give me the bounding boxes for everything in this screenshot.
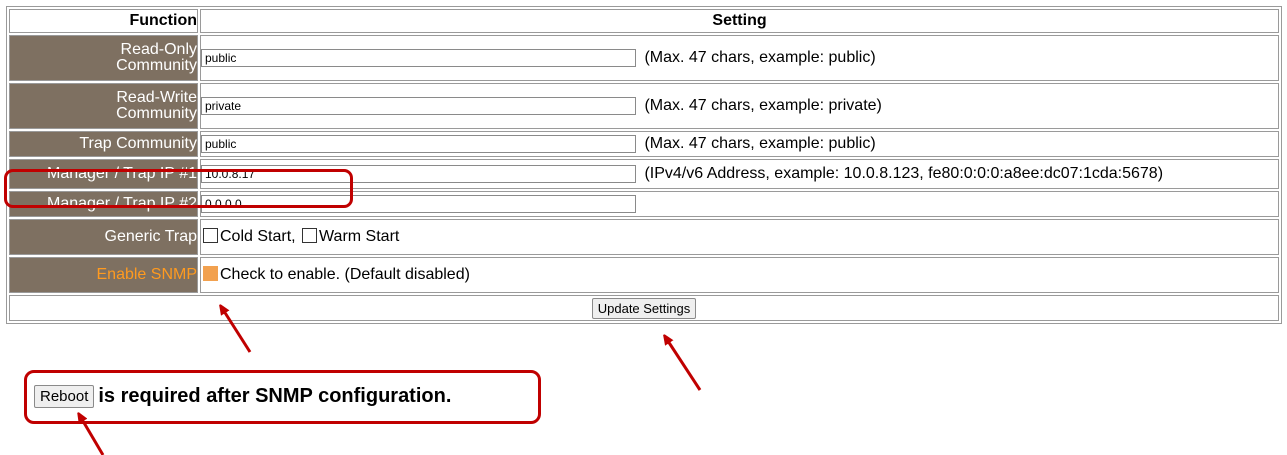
annotation-arrows xyxy=(0,0,702,455)
arrow-to-update-button xyxy=(666,338,702,391)
arrow-to-reboot-button xyxy=(80,416,105,455)
arrow-to-enable-checkbox xyxy=(222,308,252,353)
